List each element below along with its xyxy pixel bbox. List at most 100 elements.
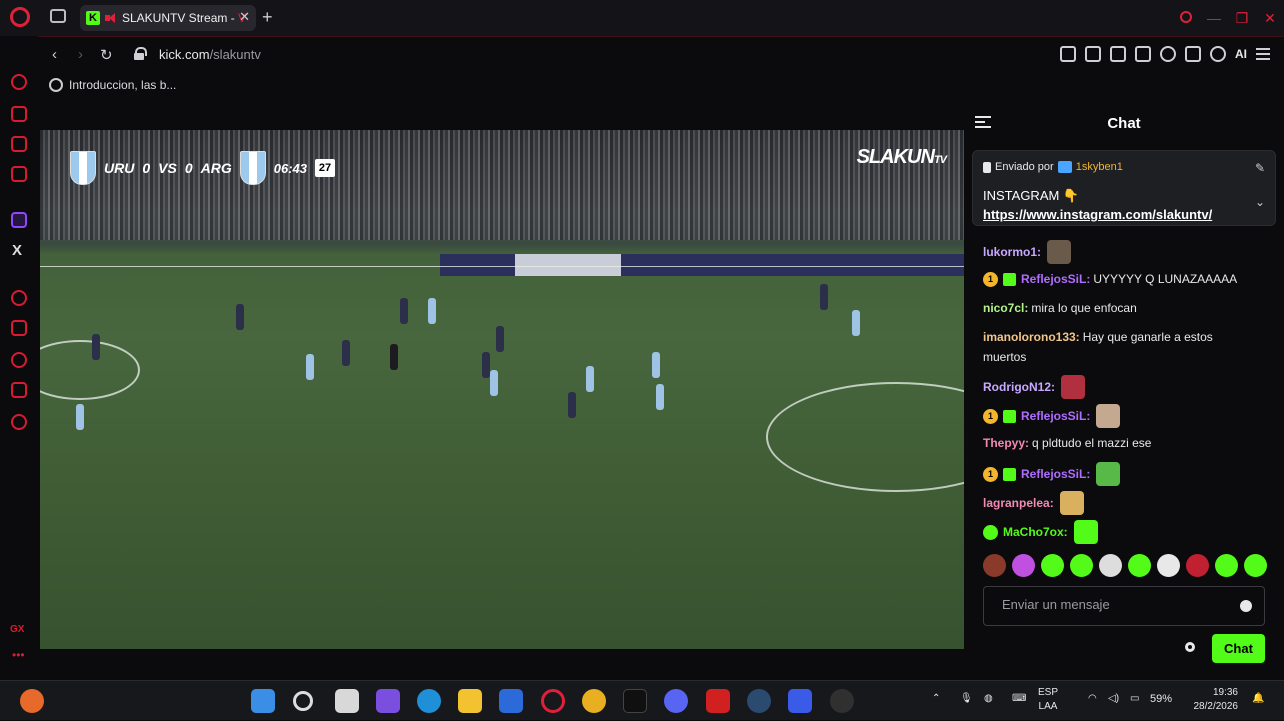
chat-emote-icon[interactable] [1047,240,1072,264]
reload-icon[interactable]: ↻ [100,46,113,64]
file-explorer-icon[interactable] [458,689,482,713]
copilot-icon[interactable] [376,689,400,713]
video-player[interactable]: URU 0 VS 0 ARG 06:43 27 SLAKUNTV [40,130,964,649]
opera-logo-icon[interactable] [10,7,30,27]
extensions-icon[interactable] [11,382,27,398]
quick-emote-icon[interactable] [1099,554,1122,577]
close-window-icon[interactable]: ✕ [1256,10,1284,27]
volume-icon[interactable]: ◁) [1108,693,1119,704]
chat-username[interactable]: lagranpelea: [983,493,1054,513]
settings-icon[interactable] [11,414,27,430]
chat-username[interactable]: Thepyy: [983,433,1029,453]
back-icon[interactable]: ‹ [52,46,57,63]
chat-username[interactable]: nico7cl: [983,298,1028,318]
chat-username[interactable]: lukormo1: [983,242,1041,262]
quick-emote-icon[interactable] [1041,554,1064,577]
quick-emote-icon[interactable] [1157,554,1180,577]
tiktok-icon[interactable] [623,689,647,713]
unpin-icon[interactable]: ✎ [1255,161,1265,175]
speed-dial-icon[interactable] [11,74,27,90]
search-icon[interactable] [293,691,313,711]
more-icon[interactable]: ••• [12,648,25,662]
chrome-icon[interactable] [582,689,606,713]
microphone-icon[interactable]: 🎙 [960,693,973,704]
edge-icon[interactable] [417,689,441,713]
chat-emote-icon[interactable] [1073,520,1098,544]
chat-username[interactable]: ReflejosSiL: [1021,406,1090,426]
windows-start-icon[interactable] [251,689,275,713]
tab-close-icon[interactable]: ✕ [239,9,250,25]
app-l-icon[interactable] [706,689,730,713]
quick-emote-icon[interactable] [1070,554,1093,577]
opera-gx-icon[interactable] [541,689,565,713]
chat-username[interactable]: RodrigoN12: [983,377,1055,397]
send-chat-button[interactable]: Chat [1212,634,1265,663]
tab-menu-icon[interactable] [50,9,66,23]
battery-icon[interactable]: ▭ [1130,693,1139,704]
twitch-icon[interactable] [11,212,27,228]
emoji-picker-icon[interactable] [1240,600,1252,612]
app-blue-icon[interactable] [788,689,812,713]
minimize-icon[interactable]: — [1200,10,1228,26]
chat-input[interactable] [1002,597,1222,612]
quick-emote-icon[interactable] [1012,554,1035,577]
gx-corner-icon[interactable] [11,136,27,152]
chat-emote-icon[interactable] [1061,375,1085,399]
bookmark-item[interactable]: Introduccion, las b... [69,78,176,92]
pinned-message[interactable]: Enviado por 1skyben1 ✎ INSTAGRAM 👇 https… [972,150,1276,226]
keyboard-icon[interactable]: ⌨ [1012,693,1026,704]
heart-icon[interactable] [1160,46,1176,62]
quick-emote-icon[interactable] [1128,554,1151,577]
aria-ai-button[interactable]: AI [1235,47,1247,61]
tray-app-icon[interactable]: ◍ [984,693,993,704]
gx-logo-icon[interactable]: GX [10,624,24,635]
notifications-icon[interactable]: 🔔 [1252,693,1264,704]
obs-icon[interactable] [830,689,854,713]
menu-icon[interactable] [1256,48,1270,60]
quick-emote-icon[interactable] [1244,554,1267,577]
snapshot-icon[interactable] [1085,46,1101,62]
quick-emote-icon[interactable] [1186,554,1209,577]
notification-avatar-icon[interactable] [20,689,44,713]
chat-username[interactable]: ReflejosSiL: [1021,464,1090,484]
lock-icon[interactable] [134,47,147,60]
chat-username[interactable]: imanolorono133: [983,330,1080,344]
language-indicator[interactable]: ESP LAA [1038,686,1058,714]
store-icon[interactable] [499,689,523,713]
quick-emote-icon[interactable] [1215,554,1238,577]
url-field[interactable]: kick.com/slakuntv [159,47,261,62]
pinned-link[interactable]: https://www.instagram.com/slakuntv/ [983,207,1212,222]
play-icon[interactable] [1135,46,1151,62]
pinned-username[interactable]: 1skyben1 [1076,161,1123,173]
quick-emote-icon[interactable] [983,554,1006,577]
chat-emote-icon[interactable] [1059,491,1084,515]
chat-settings-icon[interactable] [1185,642,1195,652]
new-tab-icon[interactable]: + [262,7,273,28]
chat-username[interactable]: MaCho7ox: [1003,522,1068,542]
chat-emote-icon[interactable] [1096,462,1121,486]
profile-icon[interactable] [1210,46,1226,62]
discord-icon[interactable] [664,689,688,713]
aria-icon[interactable] [11,106,27,122]
history-icon[interactable] [11,352,27,368]
shield-icon[interactable] [1110,46,1126,62]
search-tabs-icon[interactable] [1172,10,1200,26]
wifi-icon[interactable]: ◠ [1088,693,1097,704]
chat-emote-icon[interactable] [1096,404,1121,428]
pin-icon[interactable] [1060,46,1076,62]
maximize-icon[interactable]: ❐ [1228,10,1256,27]
audio-playing-icon[interactable] [105,13,117,23]
forward-icon[interactable]: › [78,46,83,63]
tab-slakuntv[interactable]: K SLAKUNTV Stream - V ✕ [80,5,256,31]
player-icon[interactable] [11,290,27,306]
steam-icon[interactable] [747,689,771,713]
bookmarks-icon[interactable] [11,320,27,336]
task-view-icon[interactable] [335,689,359,713]
x-twitter-icon[interactable]: X [12,242,22,259]
messenger-icon[interactable] [11,166,27,182]
extensions-puzzle-icon[interactable] [1185,46,1201,62]
chat-username[interactable]: ReflejosSiL: [1021,269,1090,289]
clock[interactable]: 19:36 28/2/2026 [1186,686,1239,714]
chevron-down-icon[interactable]: ⌄ [1255,195,1265,209]
tray-chevron-icon[interactable]: ⌃ [932,693,940,704]
